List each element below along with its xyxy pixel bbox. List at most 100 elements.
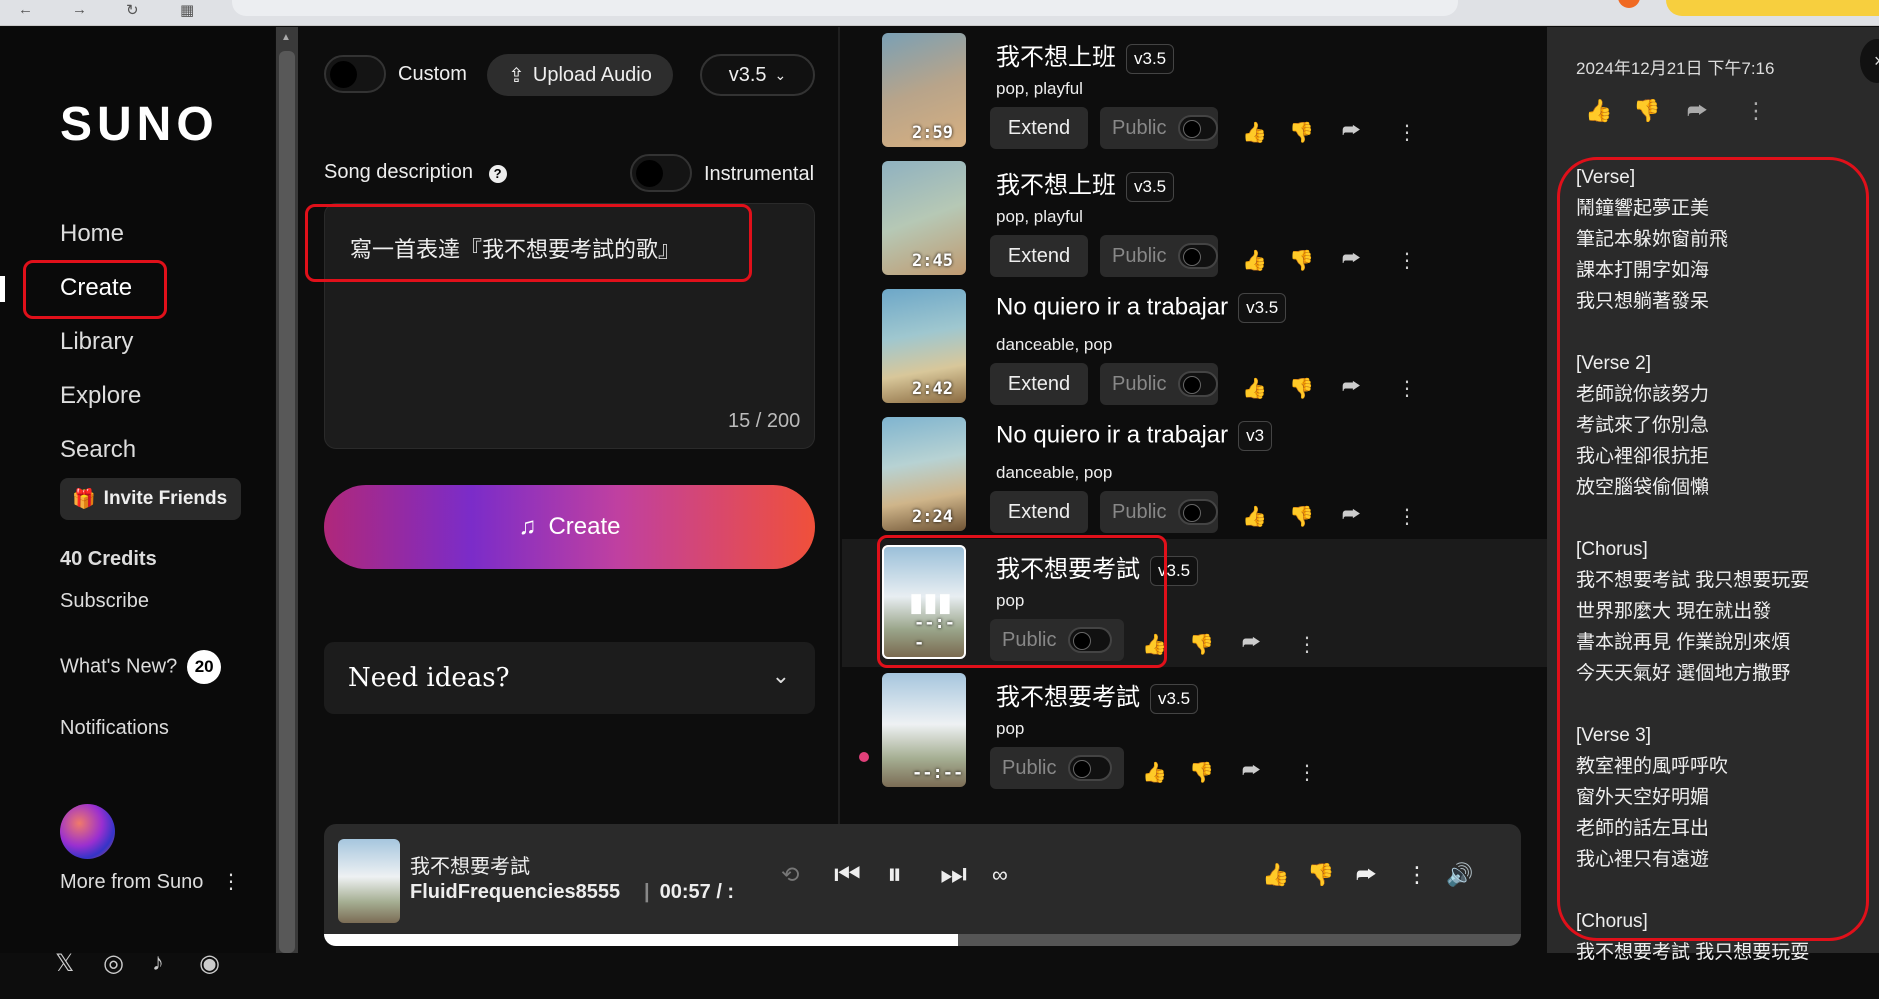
song-tags[interactable]: danceable, pop <box>996 335 1112 355</box>
song-tags[interactable]: pop, playful <box>996 207 1083 227</box>
discord-icon[interactable]: ◉ <box>199 949 220 978</box>
previous-icon[interactable]: ⏮ <box>834 858 861 892</box>
create-button[interactable]: ♫ Create <box>324 485 815 569</box>
apps-icon[interactable]: ▦ <box>180 1 194 19</box>
extend-button[interactable]: Extend <box>990 107 1088 149</box>
thumbs-down-icon[interactable]: 👎 <box>1633 98 1660 124</box>
share-icon[interactable]: ⮫ <box>1342 376 1361 399</box>
thumbs-down-icon[interactable]: 👎 <box>1289 248 1314 273</box>
whats-new-link[interactable]: What's New? 20 <box>60 650 222 684</box>
public-switch[interactable] <box>1068 755 1113 781</box>
song-row[interactable]: 2:45 我不想上班 v3.5 pop, playful Extend Publi… <box>842 155 1547 283</box>
thumbs-up-icon[interactable]: 👍 <box>1142 760 1167 785</box>
more-vert-icon[interactable]: ⋮ <box>1297 760 1317 785</box>
nav-search[interactable]: Search <box>60 436 136 464</box>
thumbs-up-icon[interactable]: 👍 <box>1242 504 1267 529</box>
profile-icon[interactable] <box>1618 0 1640 8</box>
repeat-icon[interactable]: ⟲ <box>781 862 799 888</box>
song-title[interactable]: 我不想上班 v3.5 <box>996 37 1175 74</box>
instagram-icon[interactable]: ◎ <box>103 949 124 978</box>
song-tags[interactable]: pop <box>996 719 1024 739</box>
notifications-link[interactable]: Notifications <box>60 717 169 740</box>
song-cover[interactable]: 2:42 <box>882 289 966 403</box>
thumbs-down-icon[interactable]: 👎 <box>1289 376 1314 401</box>
x-icon[interactable]: 𝕏 <box>55 949 74 978</box>
public-toggle[interactable]: Public <box>1100 235 1218 277</box>
subscribe-link[interactable]: Subscribe <box>60 590 149 613</box>
next-icon[interactable]: ⏭ <box>940 858 967 892</box>
more-vert-icon[interactable]: ⋮ <box>1745 98 1767 124</box>
public-toggle[interactable]: Public <box>990 747 1124 789</box>
thumbs-down-icon[interactable]: 👎 <box>1189 632 1214 657</box>
avatar[interactable] <box>60 804 115 859</box>
scrollbar-thumb[interactable] <box>279 51 295 953</box>
more-vert-icon[interactable]: ⋮ <box>221 871 241 893</box>
thumbs-up-icon[interactable]: 👍 <box>1242 120 1267 145</box>
thumbs-down-icon[interactable]: 👎 <box>1289 504 1314 529</box>
more-from-suno[interactable]: More from Suno ⋮ <box>60 869 241 894</box>
thumbs-up-icon[interactable]: 👍 <box>1262 862 1289 888</box>
extend-button[interactable]: Extend <box>990 235 1088 277</box>
extend-button[interactable]: Extend <box>990 491 1088 533</box>
song-title[interactable]: 我不想上班 v3.5 <box>996 165 1175 202</box>
player-title[interactable]: 我不想要考試 <box>410 850 530 879</box>
thumbs-down-icon[interactable]: 👎 <box>1189 760 1214 785</box>
scroll-up-icon[interactable]: ▲ <box>281 32 291 43</box>
player-cover[interactable] <box>338 839 400 923</box>
more-vert-icon[interactable]: ⋮ <box>1297 632 1317 657</box>
share-icon[interactable]: ⮫ <box>1687 98 1707 124</box>
song-cover[interactable]: 2:45 <box>882 161 966 275</box>
nav-library[interactable]: Library <box>60 328 133 356</box>
more-vert-icon[interactable]: ⋮ <box>1397 504 1417 529</box>
loop-icon[interactable]: ∞ <box>992 862 1008 888</box>
song-row[interactable]: --:-- 我不想要考試 v3.5 pop Public 👍 👎 ⮫ ⋮ <box>842 667 1547 795</box>
extension-button[interactable] <box>1666 0 1879 16</box>
public-switch[interactable] <box>1178 115 1218 141</box>
song-row[interactable]: 2:42 No quiero ir a trabajar v3.5 danceab… <box>842 283 1547 411</box>
song-title[interactable]: 我不想要考試 v3.5 <box>996 677 1199 714</box>
suno-logo[interactable]: SUNO <box>60 97 219 152</box>
more-vert-icon[interactable]: ⋮ <box>1397 120 1417 145</box>
reload-icon[interactable]: ↻ <box>126 1 139 19</box>
song-cover[interactable]: 2:24 <box>882 417 966 531</box>
address-bar[interactable] <box>232 0 1458 16</box>
public-switch[interactable] <box>1178 499 1218 525</box>
upload-audio-button[interactable]: ⇪ Upload Audio <box>487 54 673 96</box>
playback-progress[interactable] <box>324 934 1521 946</box>
tiktok-icon[interactable]: ♪ <box>152 949 164 977</box>
back-icon[interactable]: ← <box>18 1 33 18</box>
forward-icon[interactable]: → <box>72 1 87 18</box>
instrumental-toggle[interactable] <box>630 154 692 192</box>
version-select[interactable]: v3.5 ⌄ <box>700 54 815 96</box>
more-vert-icon[interactable]: ⋮ <box>1406 862 1428 888</box>
public-switch[interactable] <box>1178 243 1218 269</box>
share-icon[interactable]: ⮫ <box>1342 504 1361 527</box>
extend-button[interactable]: Extend <box>990 363 1088 405</box>
need-ideas-accordion[interactable]: Need ideas? ⌄ <box>324 642 815 714</box>
song-title[interactable]: No quiero ir a trabajar v3.5 <box>996 293 1287 323</box>
song-row[interactable]: 2:59 我不想上班 v3.5 pop, playful Extend Publi… <box>842 27 1547 155</box>
volume-icon[interactable]: 🔊 <box>1446 862 1473 888</box>
help-icon[interactable]: ? <box>488 165 507 183</box>
thumbs-down-icon[interactable]: 👎 <box>1289 120 1314 145</box>
thumbs-down-icon[interactable]: 👎 <box>1307 862 1334 888</box>
scrollbar[interactable]: ▲ <box>276 27 298 953</box>
close-icon[interactable]: × <box>1860 39 1879 83</box>
song-title[interactable]: No quiero ir a trabajar v3 <box>996 421 1273 451</box>
invite-friends-button[interactable]: 🎁 Invite Friends <box>60 478 241 520</box>
share-icon[interactable]: ⮫ <box>1342 120 1361 143</box>
public-toggle[interactable]: Public <box>1100 107 1218 149</box>
share-icon[interactable]: ⮫ <box>1342 248 1361 271</box>
thumbs-up-icon[interactable]: 👍 <box>1242 376 1267 401</box>
share-icon[interactable]: ⮫ <box>1242 760 1261 783</box>
public-switch[interactable] <box>1178 371 1218 397</box>
player-artist[interactable]: FluidFrequencies8555 <box>410 881 620 904</box>
thumbs-up-icon[interactable]: 👍 <box>1242 248 1267 273</box>
more-vert-icon[interactable]: ⋮ <box>1397 376 1417 401</box>
thumbs-up-icon[interactable]: 👍 <box>1585 98 1612 124</box>
song-cover[interactable]: 2:59 <box>882 33 966 147</box>
song-tags[interactable]: pop, playful <box>996 79 1083 99</box>
public-toggle[interactable]: Public <box>1100 491 1218 533</box>
song-tags[interactable]: danceable, pop <box>996 463 1112 483</box>
custom-toggle[interactable] <box>324 55 386 93</box>
